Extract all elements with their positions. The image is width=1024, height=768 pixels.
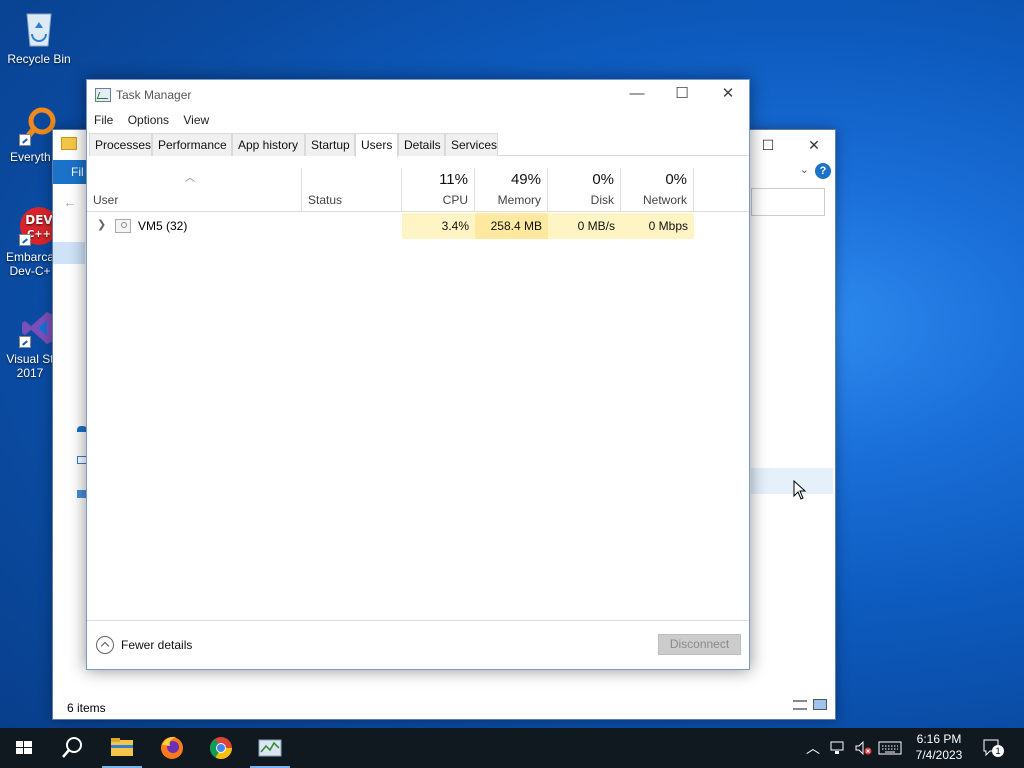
- sort-ascending-icon: ︿: [185, 173, 195, 184]
- tab-app-history[interactable]: App history: [232, 133, 305, 156]
- user-name: VM5 (32): [138, 219, 188, 233]
- large-icons-view-icon[interactable]: [813, 699, 827, 710]
- close-button[interactable]: ✕: [705, 80, 751, 110]
- desktop-icon-label: Visual St 2017: [6, 352, 54, 380]
- network-icon[interactable]: [830, 741, 846, 768]
- ribbon-file-tab[interactable]: Fil: [53, 160, 89, 184]
- chevron-down-icon[interactable]: ⌄: [800, 163, 809, 176]
- taskbar-task-manager[interactable]: [246, 728, 294, 768]
- desktop-icon-label: Recycle Bin: [7, 52, 71, 66]
- recycle-bin-icon: [19, 8, 59, 48]
- status-item-count: 6 items: [67, 701, 106, 715]
- list-item[interactable]: [751, 468, 833, 494]
- column-status[interactable]: Status: [302, 168, 402, 212]
- maximize-button[interactable]: ☐: [745, 130, 791, 160]
- column-header: ︿ User Status 11% CPU 49% Memory 0% Disk…: [87, 168, 749, 212]
- tab-users[interactable]: Users: [355, 133, 398, 157]
- windows-logo-icon: [16, 741, 32, 754]
- fewer-details-link[interactable]: Fewer details: [121, 638, 192, 652]
- cell-status: [302, 213, 402, 239]
- taskbar: ︿ 6:16 PM 7/4/2023 1: [0, 728, 1024, 768]
- search-input[interactable]: [751, 188, 825, 216]
- minimize-button[interactable]: —: [614, 80, 660, 110]
- disk-total-percent: 0%: [592, 171, 614, 188]
- column-user[interactable]: ︿ User: [87, 168, 302, 212]
- action-center-button[interactable]: 1: [982, 738, 1004, 768]
- column-cpu-label: CPU: [442, 193, 468, 207]
- file-explorer-icon: [111, 738, 133, 756]
- memory-total-percent: 49%: [510, 171, 541, 188]
- tab-performance[interactable]: Performance: [152, 133, 232, 156]
- column-network[interactable]: 0% Network: [621, 168, 694, 212]
- tab-details[interactable]: Details: [398, 133, 445, 156]
- tab-services[interactable]: Services: [445, 133, 498, 156]
- column-network-label: Network: [642, 193, 687, 207]
- tab-processes[interactable]: Processes: [89, 133, 152, 156]
- desktop-icon-label: Embarca Dev-C+: [5, 250, 55, 278]
- back-arrow-icon[interactable]: ←: [63, 194, 77, 210]
- collapse-circle-icon[interactable]: [96, 636, 114, 654]
- window-title: Task Manager: [116, 88, 192, 102]
- notification-count-badge: 1: [992, 745, 1004, 757]
- help-icon[interactable]: ?: [815, 163, 831, 179]
- cell-network: 0 Mbps: [621, 213, 694, 239]
- shortcut-arrow-icon: [19, 336, 31, 348]
- footer-bar: Fewer details Disconnect: [87, 620, 749, 669]
- shortcut-arrow-icon: [19, 234, 31, 246]
- column-status-label: Status: [308, 193, 343, 207]
- menu-view[interactable]: View: [179, 110, 213, 127]
- table-row[interactable]: ❯ VM5 (32) 3.4% 258.4 MB 0 MB/s 0 Mbps: [87, 213, 749, 239]
- view-toggle[interactable]: [793, 699, 827, 713]
- menu-bar: File Options View: [87, 110, 749, 132]
- folder-icon: [61, 137, 77, 150]
- tab-startup[interactable]: Startup: [305, 133, 355, 156]
- taskbar-file-explorer[interactable]: [98, 728, 146, 768]
- column-cpu[interactable]: 11% CPU: [402, 168, 475, 212]
- details-view-icon[interactable]: [793, 700, 807, 710]
- maximize-button[interactable]: ☐: [659, 80, 705, 110]
- nav-pane-quick-access-icon[interactable]: [53, 242, 85, 264]
- user-icon: [115, 219, 131, 233]
- column-memory-label: Memory: [497, 193, 541, 207]
- column-memory[interactable]: 49% Memory: [475, 168, 548, 212]
- keyboard-icon[interactable]: [878, 741, 902, 768]
- shortcut-arrow-icon: [19, 134, 31, 146]
- column-disk[interactable]: 0% Disk: [548, 168, 621, 212]
- network-total-percent: 0%: [665, 171, 687, 188]
- cpu-total-percent: 11%: [439, 171, 468, 188]
- chrome-icon: [210, 737, 232, 759]
- column-user-label: User: [93, 193, 119, 207]
- task-manager-app-icon: [95, 88, 111, 102]
- column-disk-label: Disk: [590, 193, 614, 207]
- search-icon: [62, 737, 82, 758]
- menu-file[interactable]: File: [90, 110, 117, 127]
- tray-chevron-up-icon[interactable]: ︿: [806, 738, 820, 768]
- search-button[interactable]: [48, 728, 96, 768]
- disconnect-button[interactable]: Disconnect: [658, 634, 741, 655]
- clock-time: 6:16 PM: [916, 732, 962, 746]
- task-manager-window[interactable]: Task Manager — ☐ ✕ File Options View Pro…: [86, 79, 750, 670]
- chevron-right-icon[interactable]: ❯: [97, 218, 106, 231]
- cell-cpu: 3.4%: [402, 213, 475, 239]
- title-bar[interactable]: Task Manager — ☐ ✕: [87, 80, 749, 110]
- mouse-cursor-icon: [793, 479, 807, 500]
- start-button[interactable]: [0, 728, 48, 768]
- clock-date: 7/4/2023: [915, 748, 963, 762]
- taskbar-chrome[interactable]: [197, 728, 245, 768]
- tab-strip: Processes Performance App history Startu…: [89, 133, 749, 157]
- clock[interactable]: 6:16 PM 7/4/2023: [906, 731, 972, 763]
- task-manager-icon: [258, 739, 282, 757]
- firefox-icon: [161, 736, 183, 759]
- cell-disk: 0 MB/s: [548, 213, 621, 239]
- menu-options[interactable]: Options: [124, 110, 173, 127]
- svg-text:DEV: DEV: [25, 213, 53, 227]
- taskbar-firefox[interactable]: [148, 728, 196, 768]
- cell-memory: 258.4 MB: [475, 213, 548, 239]
- volume-muted-icon[interactable]: [855, 740, 873, 768]
- close-button[interactable]: ✕: [791, 130, 837, 160]
- desktop-icon-recycle-bin[interactable]: Recycle Bin: [0, 8, 78, 66]
